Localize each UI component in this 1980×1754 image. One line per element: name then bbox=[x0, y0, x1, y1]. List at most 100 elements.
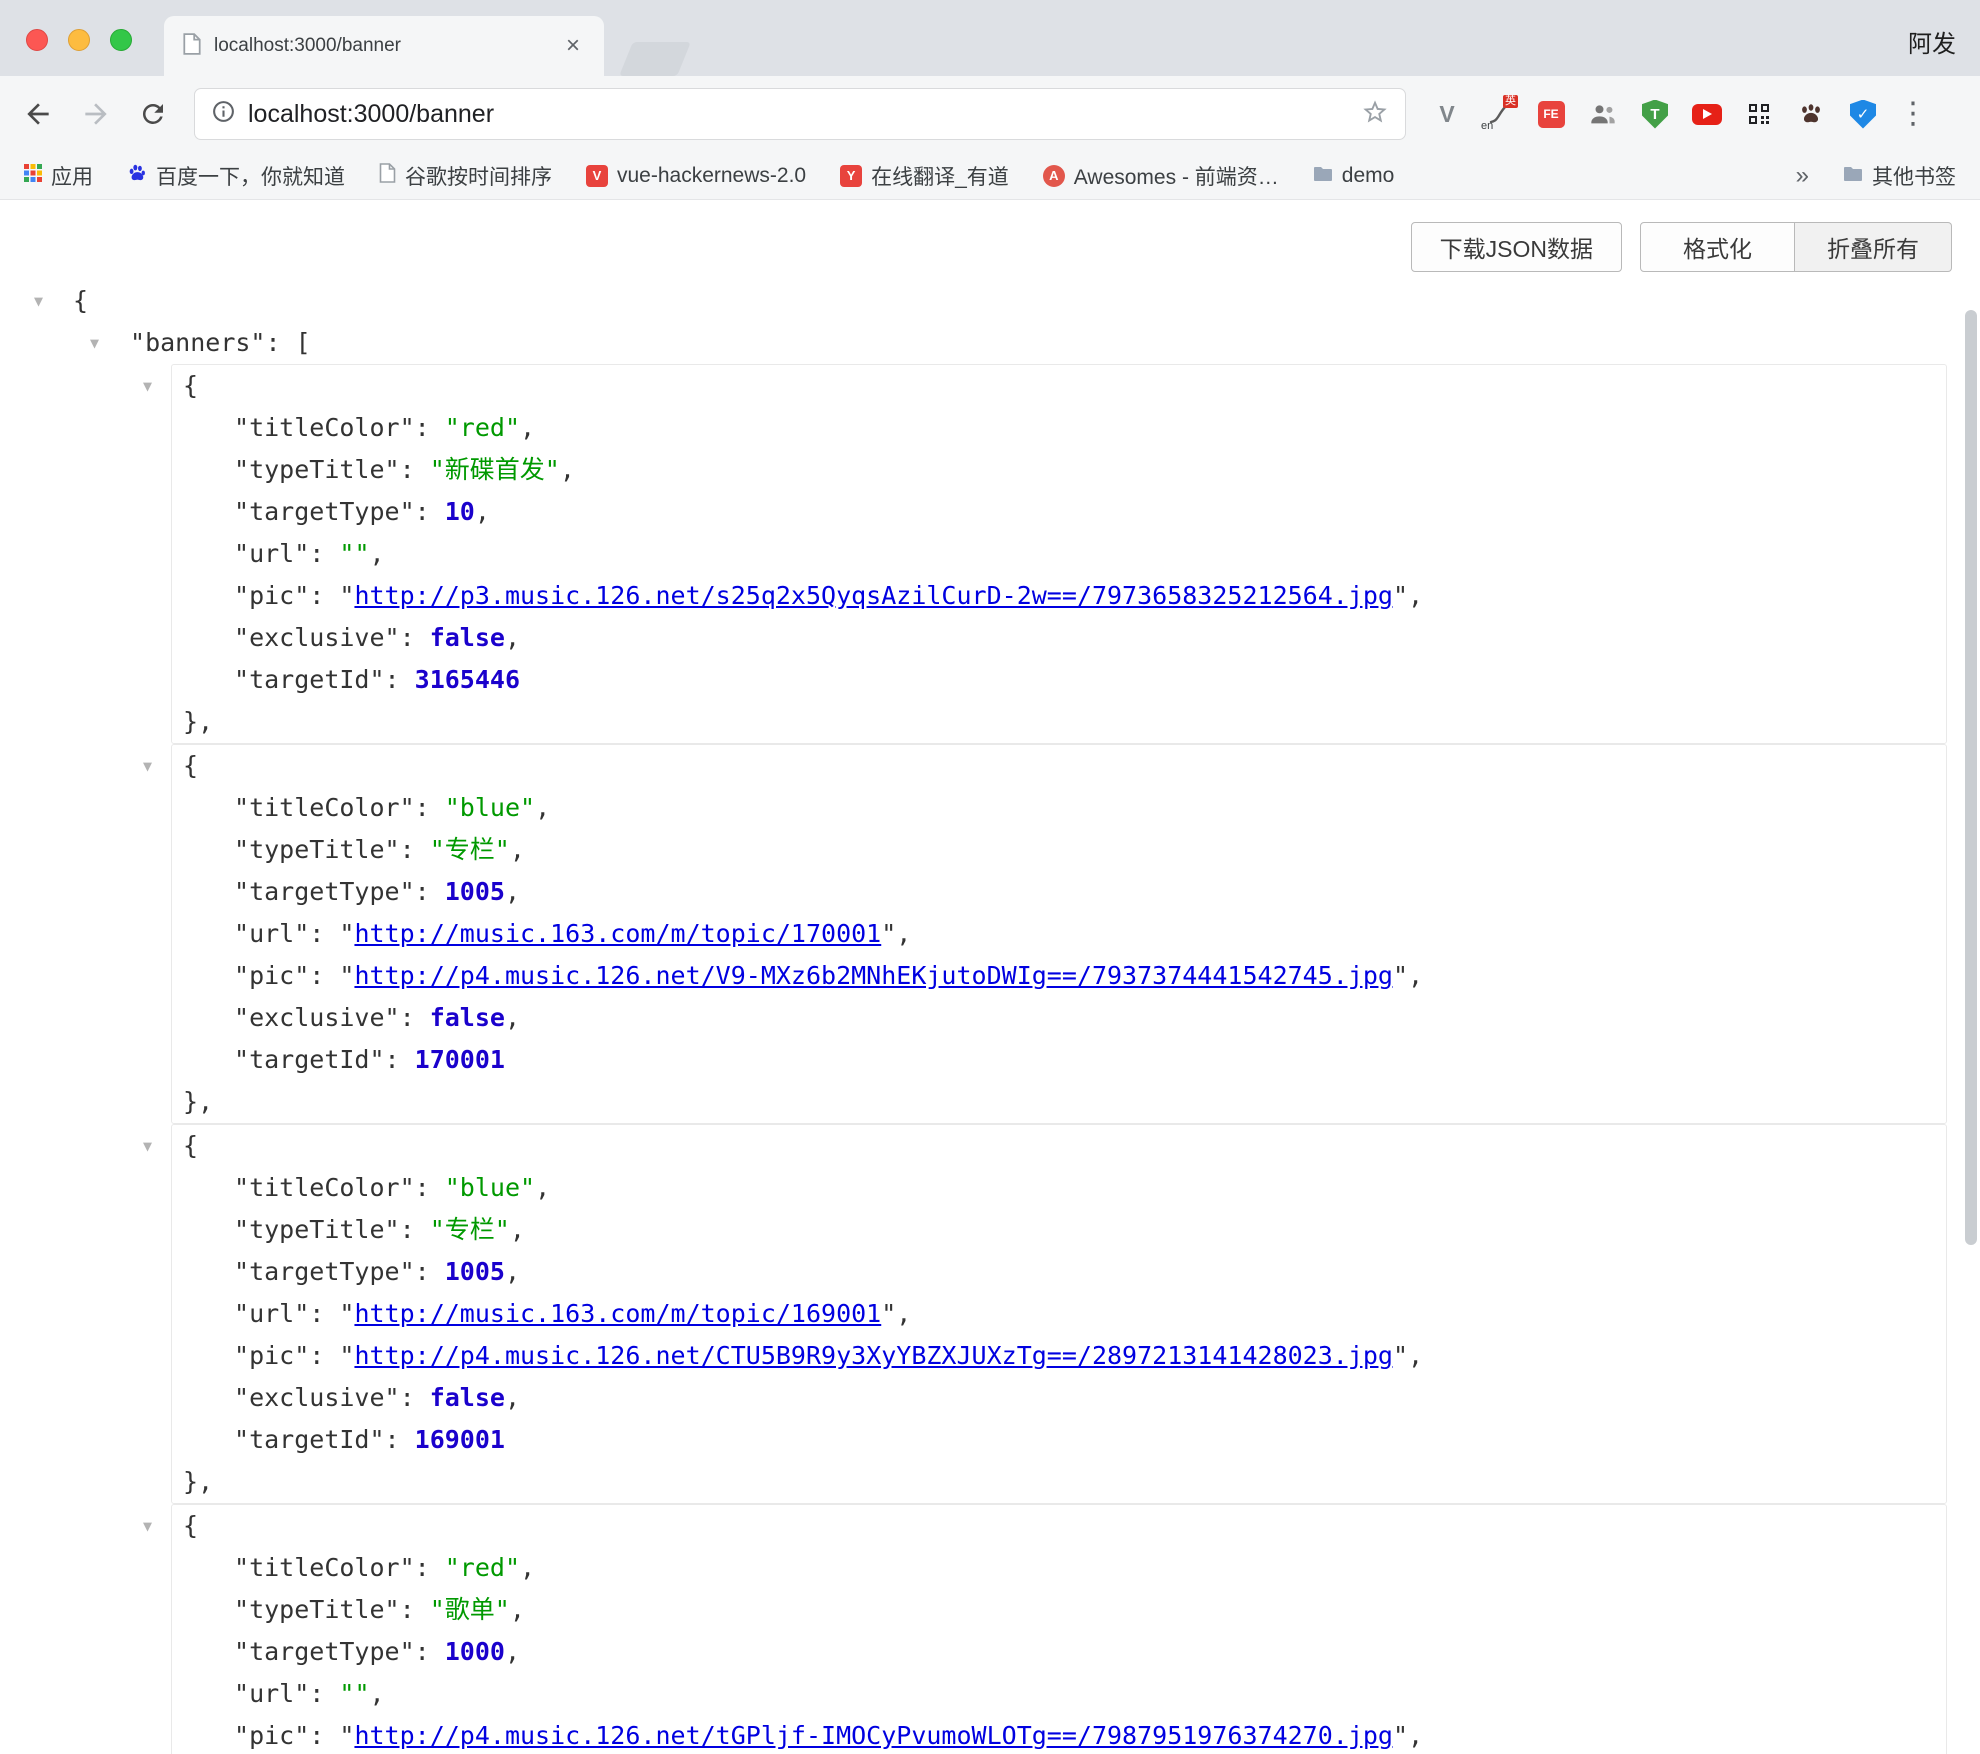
bookmark-vue-hackernews[interactable]: V vue-hackernews-2.0 bbox=[586, 164, 806, 188]
fe-extension-icon[interactable]: FE bbox=[1536, 99, 1566, 129]
back-button[interactable] bbox=[22, 98, 54, 130]
shield-check-extension-icon[interactable]: ✓ bbox=[1848, 99, 1878, 129]
chrome-menu-icon[interactable]: ⋮ bbox=[1898, 99, 1928, 129]
json-line: pichttp://p4.music.126.net/CTU5B9R9y3XyY… bbox=[172, 1335, 1946, 1377]
comma bbox=[560, 455, 575, 484]
json-line: targetType1000 bbox=[172, 1631, 1946, 1673]
forward-button[interactable] bbox=[80, 98, 112, 130]
refresh-button[interactable] bbox=[138, 99, 168, 129]
quote bbox=[339, 1721, 354, 1750]
json-line: pichttp://p4.music.126.net/tGPljf-IMOCyP… bbox=[172, 1715, 1946, 1754]
translate-extension-icon[interactable]: en 英 bbox=[1484, 99, 1514, 129]
json-array-item: titleColorred typeTitle新碟首发 targetType10… bbox=[171, 364, 1947, 744]
comma bbox=[505, 1003, 520, 1032]
bookmarks-overflow-icon[interactable]: » bbox=[1796, 162, 1809, 190]
quote bbox=[339, 961, 354, 990]
comma bbox=[505, 1383, 520, 1412]
comma bbox=[505, 1637, 520, 1666]
json-root-line bbox=[0, 280, 1980, 322]
bookmark-star-icon[interactable] bbox=[1361, 98, 1389, 131]
json-line bbox=[172, 1081, 1946, 1123]
bookmark-apps[interactable]: 应用 bbox=[24, 161, 93, 191]
collapse-toggle-icon[interactable] bbox=[34, 280, 56, 322]
json-key: typeTitle bbox=[234, 455, 430, 484]
comma bbox=[1408, 581, 1423, 610]
vimium-extension-icon[interactable]: V bbox=[1432, 99, 1462, 129]
comma bbox=[896, 919, 911, 948]
zoom-window-button[interactable] bbox=[110, 29, 132, 51]
download-json-button[interactable]: 下载JSON数据 bbox=[1411, 222, 1622, 272]
json-string-value: blue bbox=[445, 1173, 535, 1202]
comma bbox=[505, 877, 520, 906]
minimize-window-button[interactable] bbox=[68, 29, 90, 51]
collapse-toggle-icon[interactable] bbox=[90, 322, 112, 364]
json-line: titleColorblue bbox=[172, 1167, 1946, 1209]
browser-window: localhost:3000/banner × 阿发 localhost:300… bbox=[0, 0, 1980, 1754]
youtube-extension-icon[interactable] bbox=[1692, 99, 1722, 129]
json-line: exclusivefalse bbox=[172, 617, 1946, 659]
browser-toolbar: localhost:3000/banner V en 英 FE T bbox=[0, 76, 1980, 152]
page-info-icon[interactable] bbox=[211, 99, 236, 129]
json-link-value[interactable]: http://music.163.com/m/topic/169001 bbox=[354, 1299, 881, 1328]
quote bbox=[339, 1299, 354, 1328]
json-link-value[interactable]: http://music.163.com/m/topic/170001 bbox=[354, 919, 881, 948]
collapse-toggle-icon[interactable] bbox=[143, 365, 165, 407]
page-favicon-icon bbox=[182, 33, 202, 60]
profile-name[interactable]: 阿发 bbox=[1908, 24, 1956, 59]
new-tab-button[interactable] bbox=[619, 42, 691, 76]
scrollbar-thumb[interactable] bbox=[1965, 310, 1977, 1245]
bookmark-youdao[interactable]: Y 在线翻译_有道 bbox=[840, 161, 1009, 191]
json-key: pic bbox=[234, 581, 339, 610]
json-key: targetType bbox=[234, 877, 445, 906]
quote bbox=[339, 1341, 354, 1370]
bookmark-label: 在线翻译_有道 bbox=[871, 161, 1009, 191]
comma bbox=[896, 1299, 911, 1328]
address-bar[interactable]: localhost:3000/banner bbox=[194, 88, 1406, 140]
comma bbox=[520, 413, 535, 442]
json-link-value[interactable]: http://p4.music.126.net/CTU5B9R9y3XyYBZX… bbox=[354, 1341, 1393, 1370]
bookmark-label: Awesomes - 前端资… bbox=[1074, 161, 1279, 191]
tab-close-icon[interactable]: × bbox=[560, 32, 586, 60]
json-link-value[interactable]: http://p3.music.126.net/s25q2x5QyqsAzilC… bbox=[354, 581, 1393, 610]
page-icon bbox=[379, 163, 396, 189]
apps-grid-icon bbox=[24, 164, 42, 188]
comma bbox=[535, 1173, 550, 1202]
shield-t-extension-icon[interactable]: T bbox=[1640, 99, 1670, 129]
awesomes-a-icon: A bbox=[1043, 165, 1065, 187]
bookmark-baidu[interactable]: 百度一下，你就知道 bbox=[127, 161, 345, 191]
accounts-extension-icon[interactable] bbox=[1588, 99, 1618, 129]
json-link-value[interactable]: http://p4.music.126.net/V9-MXz6b2MNhEKju… bbox=[354, 961, 1393, 990]
close-window-button[interactable] bbox=[26, 29, 48, 51]
other-bookmarks[interactable]: 其他书签 bbox=[1843, 161, 1956, 191]
json-viewer-page: 下载JSON数据 格式化 折叠所有 banners titleColorred … bbox=[0, 200, 1980, 1754]
json-boolean-value: false bbox=[430, 1383, 505, 1412]
open-brace bbox=[183, 371, 198, 400]
collapse-toggle-icon[interactable] bbox=[143, 1125, 165, 1167]
json-line: pichttp://p4.music.126.net/V9-MXz6b2MNhE… bbox=[172, 955, 1946, 997]
youdao-y-icon: Y bbox=[840, 165, 862, 187]
folder-icon bbox=[1313, 164, 1333, 188]
collapse-toggle-icon[interactable] bbox=[143, 1505, 165, 1547]
bookmark-label: 应用 bbox=[51, 161, 93, 191]
comma bbox=[510, 1215, 525, 1244]
qr-code-extension-icon[interactable] bbox=[1744, 99, 1774, 129]
url-text[interactable]: localhost:3000/banner bbox=[248, 100, 1349, 129]
json-string-value bbox=[339, 1679, 369, 1708]
bookmark-demo-folder[interactable]: demo bbox=[1313, 164, 1395, 188]
json-line: titleColorred bbox=[172, 1547, 1946, 1589]
paw-extension-icon[interactable] bbox=[1796, 99, 1826, 129]
json-string-value: 歌单 bbox=[430, 1595, 510, 1624]
json-array-item: titleColorblue typeTitle专栏 targetType100… bbox=[171, 744, 1947, 1124]
format-button[interactable]: 格式化 bbox=[1640, 222, 1795, 272]
scrollbar[interactable] bbox=[1965, 200, 1977, 1754]
bookmark-google-sort[interactable]: 谷歌按时间排序 bbox=[379, 161, 552, 191]
json-link-value[interactable]: http://p4.music.126.net/tGPljf-IMOCyPvum… bbox=[354, 1721, 1393, 1750]
collapse-toggle-icon[interactable] bbox=[143, 745, 165, 787]
quote bbox=[1393, 1341, 1408, 1370]
bookmark-awesomes[interactable]: A Awesomes - 前端资… bbox=[1043, 161, 1279, 191]
quote bbox=[1393, 581, 1408, 610]
comma bbox=[370, 1679, 385, 1708]
collapse-all-button[interactable]: 折叠所有 bbox=[1795, 222, 1952, 272]
browser-tab[interactable]: localhost:3000/banner × bbox=[164, 16, 604, 76]
json-key: targetId bbox=[234, 1425, 415, 1454]
